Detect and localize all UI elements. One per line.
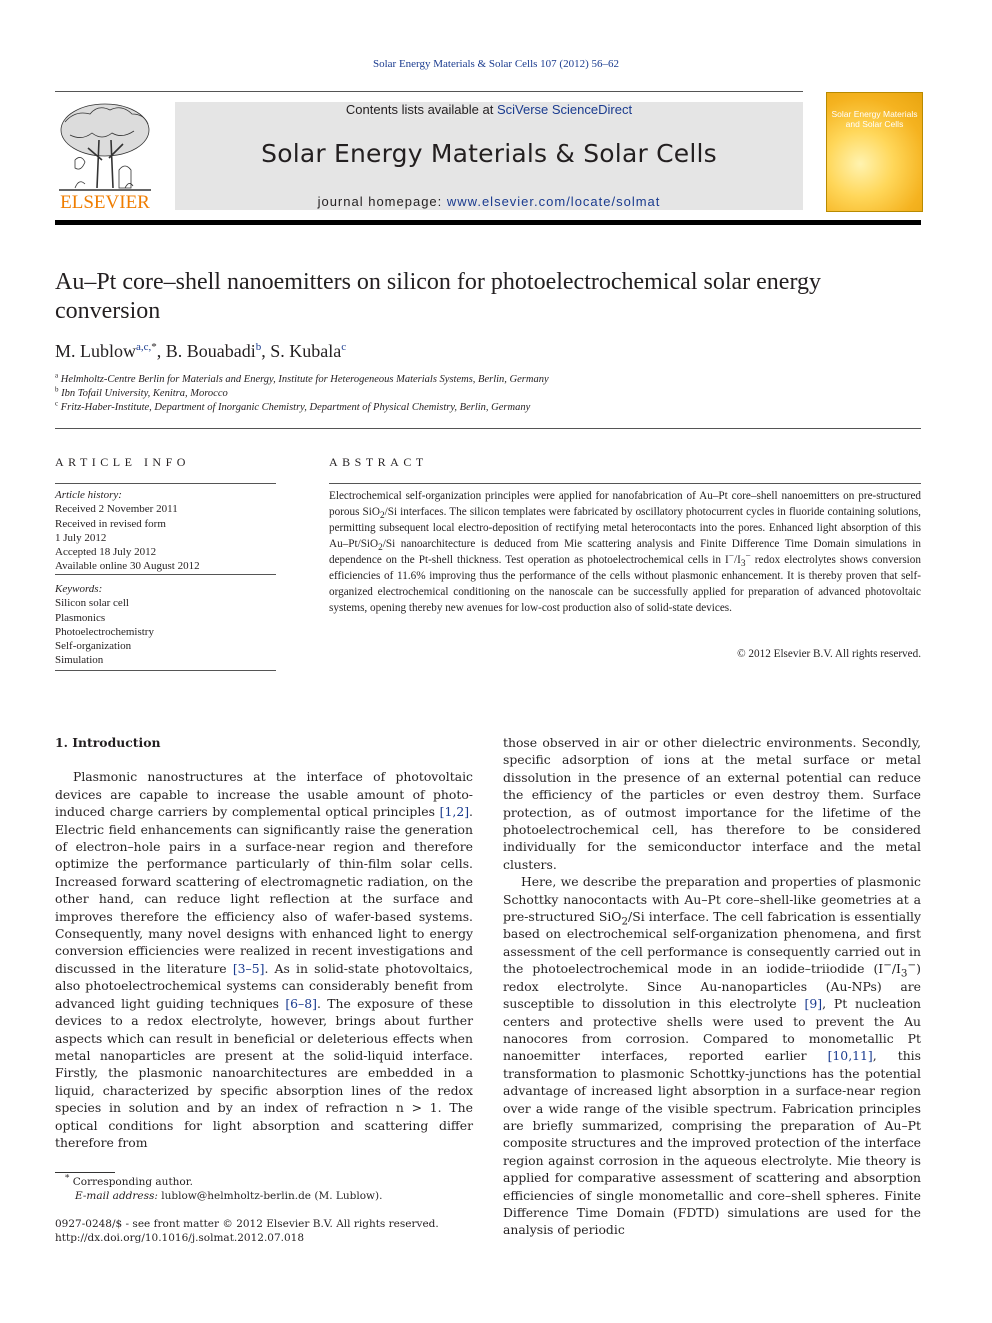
email-address[interactable]: lublow@helmholtz-berlin.de (M. Lublow). bbox=[158, 1190, 382, 1202]
affiliation-a: a Helmholtz-Centre Berlin for Materials … bbox=[55, 371, 549, 387]
affiliation-text: Helmholtz-Centre Berlin for Materials an… bbox=[60, 374, 549, 385]
affiliation-link[interactable]: c bbox=[341, 341, 346, 353]
text-fragment: Plasmonic nanostructures at the interfac… bbox=[55, 769, 473, 820]
contents-line: Contents lists available at SciVerse Sci… bbox=[175, 102, 803, 117]
sciencedirect-link[interactable]: SciVerse ScienceDirect bbox=[497, 102, 632, 117]
keywords-label: Keywords: bbox=[55, 583, 103, 595]
journal-title: Solar Energy Materials & Solar Cells bbox=[261, 139, 717, 168]
article-title: Au–Pt core–shell nanoemitters on silicon… bbox=[55, 269, 821, 324]
keyword: Photoelectrochemistry bbox=[55, 625, 154, 638]
cover-title-line1: Solar Energy Materials bbox=[831, 109, 918, 119]
cover-title-line2: and Solar Cells bbox=[845, 119, 904, 129]
divider bbox=[55, 670, 276, 671]
keyword: Simulation bbox=[55, 654, 104, 667]
affiliation-link[interactable]: a,c, bbox=[136, 341, 151, 353]
paragraph: Plasmonic nanostructures at the interfac… bbox=[55, 768, 473, 1151]
footnote-rule bbox=[55, 1172, 115, 1173]
keyword: Silicon solar cell bbox=[55, 597, 129, 610]
abstract-copyright: © 2012 Elsevier B.V. All rights reserved… bbox=[737, 648, 921, 660]
keyword: Self-organization bbox=[55, 640, 132, 653]
text-fragment: , this transformation to plasmonic Schot… bbox=[503, 1048, 921, 1238]
body-column-right: those observed in air or other dielectri… bbox=[503, 734, 921, 1239]
author-name: B. Bouabadi bbox=[165, 341, 256, 361]
journal-cover-image[interactable]: Solar Energy Materials and Solar Cells bbox=[826, 92, 923, 212]
affiliation-c: c Fritz-Haber-Institute, Department of I… bbox=[55, 399, 549, 415]
abstract-fragment: /I bbox=[733, 554, 741, 566]
divider bbox=[329, 483, 921, 484]
abstract-text: Electrochemical self-organization princi… bbox=[329, 488, 921, 616]
article-history: Article history: Received 2 November 201… bbox=[55, 488, 200, 574]
affiliation-mark: c bbox=[55, 399, 59, 408]
paragraph: those observed in air or other dielectri… bbox=[503, 735, 921, 872]
author-name: S. Kubala bbox=[270, 341, 342, 361]
keyword: Plasmonics bbox=[55, 611, 106, 624]
journal-homepage-link[interactable]: www.elsevier.com/locate/solmat bbox=[447, 194, 661, 209]
author-list: M. Lublowa,c,*, B. Bouabadib, S. Kubalac bbox=[55, 341, 346, 362]
author: M. Lublowa,c,*, bbox=[55, 341, 166, 361]
article-info-heading: ARTICLE INFO bbox=[55, 455, 190, 469]
superscript: − bbox=[883, 959, 892, 972]
text-fragment: . Electric field enhancements can signif… bbox=[55, 804, 473, 976]
text-fragment: /I bbox=[891, 961, 901, 977]
citation-link[interactable]: [3–5] bbox=[233, 961, 265, 976]
affiliation-mark: a bbox=[55, 371, 59, 380]
masthead-rule bbox=[55, 220, 921, 225]
cover-title: Solar Energy Materials and Solar Cells bbox=[827, 109, 922, 129]
homepage-prefix: journal homepage: bbox=[317, 194, 447, 209]
history-item: Received 2 November 2011 bbox=[55, 503, 178, 516]
history-label: Article history: bbox=[55, 489, 122, 501]
section-heading: 1. Introduction bbox=[55, 735, 161, 750]
issn-block: 0927-0248/$ - see front matter © 2012 El… bbox=[55, 1217, 439, 1245]
text-fragment: . The exposure of these devices to a red… bbox=[55, 995, 474, 1150]
affiliation-b: b Ibn Tofail University, Kenitra, Morocc… bbox=[55, 385, 549, 401]
body-column-left: 1. Introduction Plasmonic nanostructures… bbox=[55, 734, 473, 1151]
doi-link[interactable]: http://dx.doi.org/10.1016/j.solmat.2012.… bbox=[55, 1231, 439, 1245]
paragraph: Here, we describe the preparation and pr… bbox=[503, 873, 921, 1239]
email-note: E-mail address: lublow@helmholtz-berlin.… bbox=[55, 1189, 382, 1203]
running-head[interactable]: Solar Energy Materials & Solar Cells 107… bbox=[0, 58, 992, 70]
elsevier-wordmark: ELSEVIER bbox=[60, 192, 150, 212]
history-item: Available online 30 August 2012 bbox=[55, 560, 200, 573]
issn-line: 0927-0248/$ - see front matter © 2012 El… bbox=[55, 1218, 439, 1230]
homepage-line: journal homepage: www.elsevier.com/locat… bbox=[175, 194, 803, 209]
author-separator: , bbox=[156, 341, 166, 361]
history-item: Accepted 18 July 2012 bbox=[55, 546, 157, 559]
citation-link[interactable]: [9] bbox=[805, 996, 823, 1011]
top-rule bbox=[55, 91, 803, 92]
citation-link[interactable]: [1,2] bbox=[440, 804, 469, 819]
history-item: 1 July 2012 bbox=[55, 531, 107, 544]
author-name: M. Lublow bbox=[55, 341, 136, 361]
divider bbox=[55, 428, 921, 429]
citation-link[interactable]: [6–8] bbox=[285, 996, 317, 1011]
corresponding-note: * Corresponding author. bbox=[55, 1174, 382, 1189]
author-separator: , bbox=[261, 341, 271, 361]
divider bbox=[55, 483, 276, 484]
elsevier-tree-icon: ELSEVIER bbox=[59, 103, 151, 213]
keywords: Keywords: Silicon solar cell Plasmonics … bbox=[55, 582, 154, 668]
affiliation-text: Ibn Tofail University, Kenitra, Morocco bbox=[61, 388, 228, 399]
footnote: * Corresponding author. E-mail address: … bbox=[55, 1174, 382, 1203]
affiliations: a Helmholtz-Centre Berlin for Materials … bbox=[55, 371, 549, 415]
history-item: Received in revised form bbox=[55, 517, 166, 530]
email-label: E-mail address: bbox=[75, 1190, 158, 1202]
author: S. Kubalac bbox=[270, 341, 346, 361]
footnote-text: Corresponding author. bbox=[69, 1176, 193, 1188]
divider bbox=[55, 574, 276, 575]
author: B. Bouabadib, bbox=[166, 341, 271, 361]
contents-prefix: Contents lists available at bbox=[345, 102, 497, 117]
affiliation-mark: b bbox=[55, 385, 59, 394]
elsevier-logo: ELSEVIER bbox=[55, 100, 155, 213]
superscript: − bbox=[907, 959, 917, 972]
affiliation-text: Fritz-Haber-Institute, Department of Ino… bbox=[60, 402, 531, 413]
abstract-heading: ABSTRACT bbox=[329, 455, 428, 469]
citation-link[interactable]: [10,11] bbox=[828, 1048, 873, 1063]
